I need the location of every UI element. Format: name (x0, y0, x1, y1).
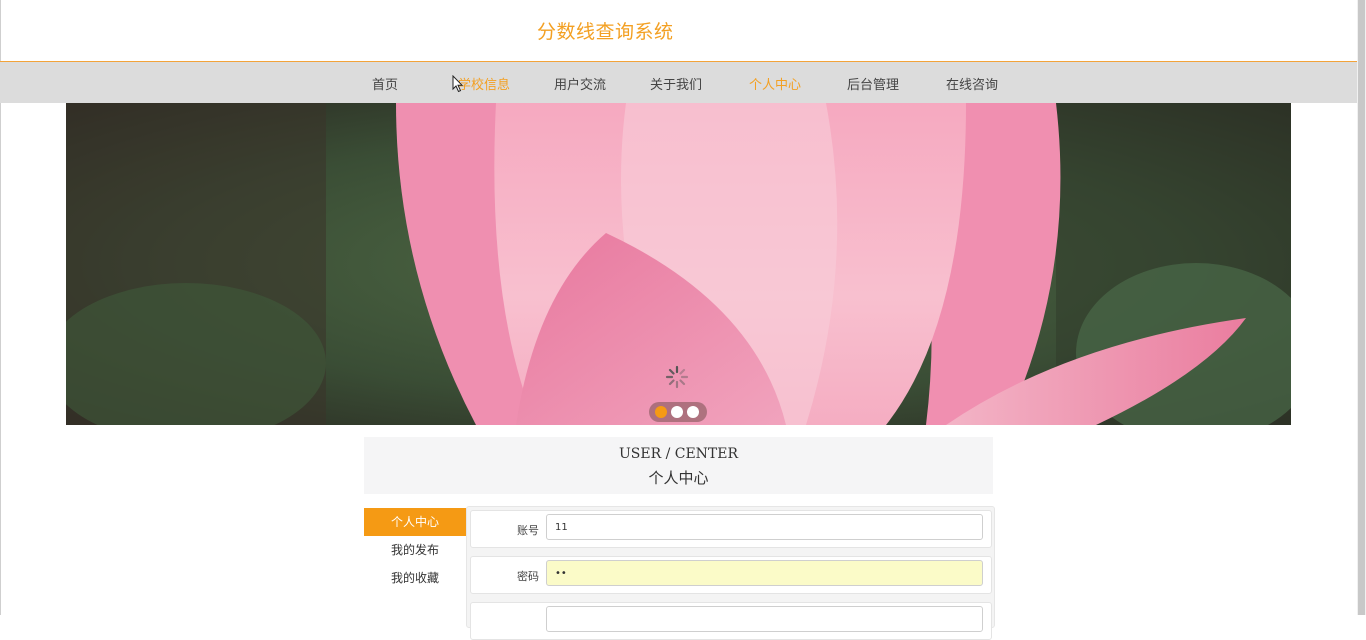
banner-carousel[interactable] (66, 103, 1291, 425)
vertical-scrollbar[interactable] (1357, 0, 1366, 615)
password-label: 密码 (517, 570, 539, 583)
account-row: 账号 (470, 510, 992, 548)
nav-item-admin[interactable]: 后台管理 (847, 74, 899, 93)
scrollbar-thumb[interactable] (1358, 0, 1365, 615)
carousel-indicators (649, 402, 707, 422)
account-label: 账号 (517, 524, 539, 537)
side-item-my-posts[interactable]: 我的发布 (364, 536, 466, 564)
side-item-personal-center[interactable]: 个人中心 (364, 508, 466, 536)
account-input[interactable] (546, 514, 983, 540)
side-item-my-favorites[interactable]: 我的收藏 (364, 564, 466, 592)
password-input[interactable] (546, 560, 983, 586)
next-field-row (470, 602, 992, 640)
nav-item-about-us[interactable]: 关于我们 (650, 74, 702, 93)
section-header: USER / CENTER 个人中心 (364, 437, 993, 494)
carousel-dot-1[interactable] (655, 406, 667, 418)
nav-item-online-consult[interactable]: 在线咨询 (946, 74, 998, 93)
main-nav: 首页 学校信息 用户交流 关于我们 个人中心 后台管理 在线咨询 (0, 61, 1357, 103)
side-menu: 个人中心 我的发布 我的收藏 (364, 508, 466, 592)
mouse-cursor-icon (452, 75, 464, 93)
section-title-cn: 个人中心 (648, 469, 709, 487)
password-row: 密码 (470, 556, 992, 594)
loading-spinner-icon (665, 365, 689, 389)
site-title: 分数线查询系统 (537, 21, 674, 43)
next-field-input[interactable] (546, 606, 983, 632)
nav-item-user-exchange[interactable]: 用户交流 (554, 74, 606, 93)
carousel-dot-2[interactable] (671, 406, 683, 418)
nav-item-personal-center[interactable]: 个人中心 (749, 74, 801, 93)
profile-form: 账号 密码 (466, 506, 995, 640)
nav-item-school-info[interactable]: 学校信息 (458, 74, 510, 93)
carousel-dot-3[interactable] (687, 406, 699, 418)
section-title-en: USER / CENTER (618, 446, 739, 462)
nav-item-home[interactable]: 首页 (372, 74, 398, 93)
